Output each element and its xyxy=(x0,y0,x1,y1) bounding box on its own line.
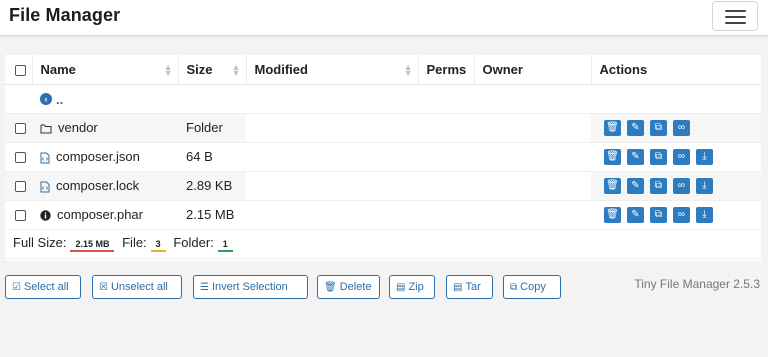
sort-icon: ▲ ▼ xyxy=(403,62,413,78)
file-list-panel: Name ▲ ▼ Size ▲ ▼ Modified ▲ ▼ Perms Owner Act… xyxy=(5,55,761,261)
tar-button[interactable]: ▤ Tar xyxy=(446,275,493,299)
file-name-link[interactable]: composer.json xyxy=(56,149,140,164)
table-row[interactable]: composer.lock 2.89 KB 🗑 ✎ ⧉ ∞ ⤓ xyxy=(5,171,761,201)
copy-icon[interactable]: ⧉ xyxy=(650,206,667,223)
link-icon[interactable]: ∞ xyxy=(673,177,690,194)
full-size-badge: 2.15 MB xyxy=(70,236,115,252)
navbar: File Manager xyxy=(0,0,768,36)
file-table: Name ▲ ▼ Size ▲ ▼ Modified ▲ ▼ Perms Owner Act… xyxy=(5,55,761,259)
file-name-link[interactable]: vendor xyxy=(58,120,98,135)
copy-button[interactable]: ⧉ Copy xyxy=(503,275,561,299)
delete-icon[interactable]: 🗑 xyxy=(604,206,621,223)
checkbox[interactable] xyxy=(15,64,26,76)
file-size: 2.89 KB xyxy=(178,171,246,201)
file-size: Folder xyxy=(178,113,246,143)
copy-icon[interactable]: ⧉ xyxy=(650,148,667,165)
row-actions: 🗑 ✎ ⧉ ∞ ⤓ xyxy=(591,171,761,201)
file-perms[interactable] xyxy=(418,171,474,201)
table-header-row: Name ▲ ▼ Size ▲ ▼ Modified ▲ ▼ Perms Owner Act… xyxy=(5,55,761,85)
zip-button[interactable]: ▤ Zip xyxy=(389,275,435,299)
select-all-checkbox-header[interactable] xyxy=(5,55,33,85)
rename-icon[interactable]: ✎ xyxy=(627,177,644,194)
column-header-perms[interactable]: Perms xyxy=(418,55,475,85)
delete-icon[interactable]: 🗑 xyxy=(604,177,621,194)
invert-selection-button[interactable]: ☰ Invert Selection xyxy=(193,275,308,299)
x-square-icon: ☒ xyxy=(99,282,108,293)
row-checkbox[interactable] xyxy=(15,181,26,193)
parent-directory-link[interactable]: .. xyxy=(56,92,63,107)
rename-icon[interactable]: ✎ xyxy=(627,206,644,223)
link-icon[interactable]: ∞ xyxy=(673,119,690,136)
check-square-icon: ☑ xyxy=(12,282,21,293)
column-header-owner[interactable]: Owner xyxy=(474,55,592,85)
file-size: 2.15 MB xyxy=(178,200,246,230)
copy-icon[interactable]: ⧉ xyxy=(650,177,667,194)
file-owner xyxy=(474,171,591,201)
row-checkbox[interactable] xyxy=(15,123,26,135)
info-circle-icon xyxy=(40,210,51,221)
trash-icon: 🗑 xyxy=(324,282,337,293)
file-perms[interactable] xyxy=(418,200,474,230)
row-checkbox[interactable] xyxy=(15,210,26,222)
file-size: 64 B xyxy=(178,142,246,172)
file-perms[interactable] xyxy=(418,113,474,143)
file-code-icon xyxy=(40,181,50,193)
file-modified xyxy=(246,171,418,201)
download-icon[interactable]: ⤓ xyxy=(696,148,713,165)
column-header-name[interactable]: Name ▲ ▼ xyxy=(32,55,179,85)
file-archive-icon: ▤ xyxy=(396,282,406,293)
table-row[interactable]: composer.json 64 B 🗑 ✎ ⧉ ∞ ⤓ xyxy=(5,142,761,172)
column-header-modified[interactable]: Modified ▲ ▼ xyxy=(246,55,419,85)
delete-icon[interactable]: 🗑 xyxy=(604,119,621,136)
select-all-button[interactable]: ☑ Select all xyxy=(5,275,81,299)
sort-icon: ▲ ▼ xyxy=(231,62,241,78)
summary-row: Full Size: 2.15 MB File: 3 Folder: 1 xyxy=(5,229,761,259)
file-owner xyxy=(474,200,591,230)
column-header-size[interactable]: Size ▲ ▼ xyxy=(178,55,247,85)
rename-icon[interactable]: ✎ xyxy=(627,119,644,136)
delete-icon[interactable]: 🗑 xyxy=(604,148,621,165)
hamburger-icon xyxy=(725,10,746,12)
row-actions: 🗑 ✎ ⧉ ∞ ⤓ xyxy=(591,142,761,172)
row-checkbox[interactable] xyxy=(15,152,26,164)
copy-icon: ⧉ xyxy=(510,282,518,293)
list-icon: ☰ xyxy=(200,282,209,293)
file-count-badge: 3 xyxy=(150,236,166,252)
file-name-link[interactable]: composer.lock xyxy=(56,178,139,193)
version-label[interactable]: Tiny File Manager 2.5.3 xyxy=(634,277,760,291)
app-title[interactable]: File Manager xyxy=(9,5,120,26)
unselect-all-button[interactable]: ☒ Unselect all xyxy=(92,275,182,299)
parent-directory-row[interactable]: ‹.. xyxy=(5,84,761,114)
file-code-icon xyxy=(40,152,50,164)
file-archive-icon: ▤ xyxy=(453,282,463,293)
download-icon[interactable]: ⤓ xyxy=(696,177,713,194)
folder-count-badge: 1 xyxy=(217,236,233,252)
file-owner xyxy=(474,142,591,172)
table-row[interactable]: composer.phar 2.15 MB 🗑 ✎ ⧉ ∞ ⤓ xyxy=(5,200,761,230)
link-icon[interactable]: ∞ xyxy=(673,148,690,165)
rename-icon[interactable]: ✎ xyxy=(627,148,644,165)
file-modified xyxy=(246,113,418,143)
file-modified xyxy=(246,200,418,230)
menu-toggle-button[interactable] xyxy=(712,1,758,31)
arrow-left-circle-icon[interactable]: ‹ xyxy=(40,93,52,106)
link-icon[interactable]: ∞ xyxy=(673,206,690,223)
folder-icon xyxy=(40,124,52,134)
download-icon[interactable]: ⤓ xyxy=(696,206,713,223)
row-actions: 🗑 ✎ ⧉ ∞ xyxy=(591,113,761,143)
copy-icon[interactable]: ⧉ xyxy=(650,119,667,136)
sort-icon: ▲ ▼ xyxy=(163,62,173,78)
table-row[interactable]: vendor Folder 🗑 ✎ ⧉ ∞ xyxy=(5,113,761,143)
file-owner xyxy=(474,113,591,143)
file-perms[interactable] xyxy=(418,142,474,172)
file-modified xyxy=(246,142,418,172)
file-name-link[interactable]: composer.phar xyxy=(57,207,143,222)
column-header-actions: Actions xyxy=(591,55,761,85)
row-actions: 🗑 ✎ ⧉ ∞ ⤓ xyxy=(591,200,761,230)
delete-button[interactable]: 🗑 Delete xyxy=(317,275,380,299)
